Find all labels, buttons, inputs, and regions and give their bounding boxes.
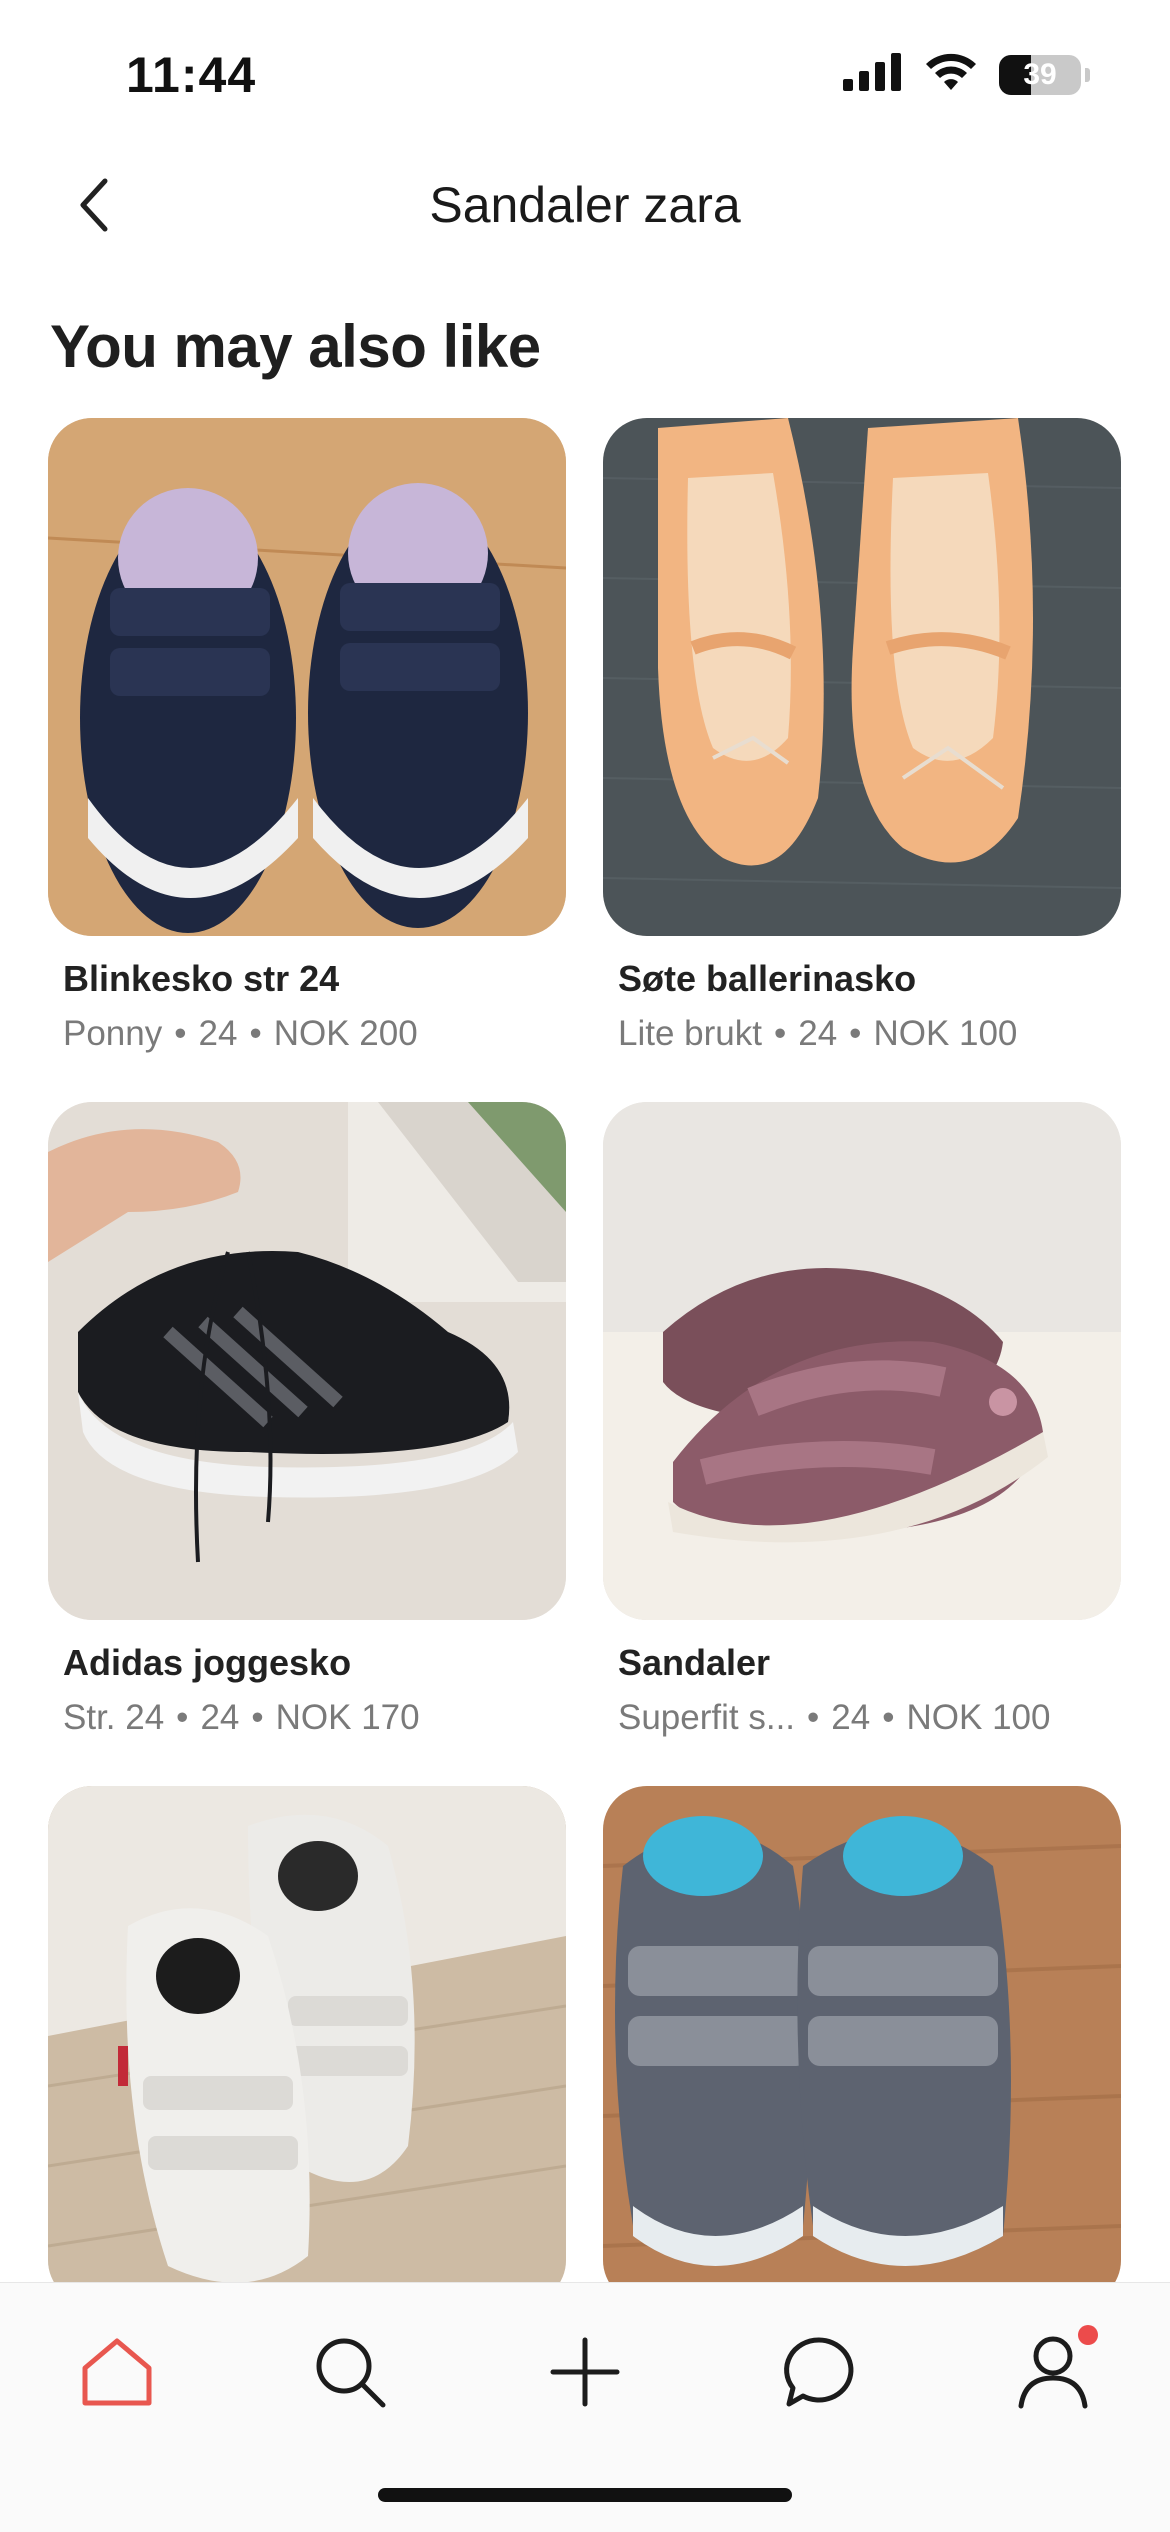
listing-title: Adidas joggesko [63,1642,352,1683]
listing-title: Søte ballerinasko [618,958,917,999]
navy-velcro-sneakers-image [48,418,566,936]
listing-brand: Superfit s... [618,1698,796,1737]
listing-brand: Lite brukt [618,1014,762,1053]
screen: 11:44 39 Sandaler zara You may also like… [0,0,1170,2532]
battery-nub [1085,67,1090,82]
status-time: 11:44 [126,47,257,103]
listing-brand: Ponny [63,1014,163,1053]
tab-home[interactable] [62,2317,172,2427]
listing-image[interactable] [48,1102,566,1620]
listing-title: Blinkesko str 24 [63,958,340,999]
listing-brand: Str. 24 [63,1698,165,1737]
separator-dot: • [176,1698,189,1737]
notification-dot [1078,2325,1098,2345]
listing-meta: Ponny • 24 • NOK 200 [63,1014,566,1054]
white-adidas-velcro-sneakers-image [48,1786,566,2304]
battery-percent: 39 [1023,57,1057,91]
listing-card[interactable]: Søte ballerinasko Lite brukt • 24 • NOK 100 [603,418,1121,1054]
signal-icon [843,53,903,96]
separator-dot: • [249,1014,262,1053]
status-bar: 11:44 39 [0,0,1170,150]
search-icon [316,2338,386,2408]
home-indicator [378,2488,792,2502]
wifi-icon [925,52,977,97]
nav-header: Sandaler zara [0,150,1170,260]
tab-search[interactable] [295,2317,405,2427]
listing-price: NOK 100 [873,1014,1018,1053]
separator-dot: • [882,1698,895,1737]
separator-dot: • [773,1014,787,1053]
mauve-closed-toe-sandals-image [603,1102,1121,1620]
grey-blue-velcro-sneakers-image [603,1786,1121,2304]
peach-ballerina-shoes-image [603,418,1121,936]
listing-image[interactable] [48,418,566,936]
listing-size: 24 [198,1014,238,1053]
listing-size: 24 [200,1698,240,1737]
listing-card[interactable] [603,1786,1121,2304]
separator-dot: • [174,1014,187,1053]
listing-size: 24 [831,1698,871,1737]
separator-dot: • [251,1698,264,1737]
listing-image[interactable] [603,418,1121,936]
separator-dot: • [807,1698,820,1737]
listing-image[interactable] [603,1102,1121,1620]
add-icon [550,2337,620,2407]
listing-price: NOK 100 [906,1698,1051,1737]
black-adidas-sneakers-image [48,1102,566,1620]
listing-title: Sandaler [618,1642,771,1683]
listing-price: NOK 200 [273,1014,418,1053]
listing-meta: Lite brukt • 24 • NOK 100 [618,1014,1121,1054]
listing-meta: Str. 24 • 24 • NOK 170 [63,1698,566,1738]
page-title: Sandaler zara [429,177,741,233]
home-icon [82,2338,152,2406]
section-title: You may also like [50,313,541,380]
listing-card[interactable]: Adidas joggesko Str. 24 • 24 • NOK 170 [48,1102,566,1738]
separator-dot: • [849,1014,862,1053]
listing-image[interactable] [603,1786,1121,2304]
profile-icon [1018,2336,1088,2409]
status-icons: 39 [843,52,1090,97]
listing-card[interactable]: Sandaler Superfit s... • 24 • NOK 100 [603,1102,1121,1738]
listing-card[interactable] [48,1786,566,2304]
messages-icon [784,2337,854,2407]
listing-grid: Blinkesko str 24 Ponny • 24 • NOK 200 Sø… [48,418,1123,2304]
tab-messages[interactable] [764,2317,874,2427]
battery-icon: 39 [999,54,1081,95]
tab-add[interactable] [530,2317,640,2427]
listing-price: NOK 170 [275,1698,420,1737]
listing-size: 24 [798,1014,838,1053]
listing-card[interactable]: Blinkesko str 24 Ponny • 24 • NOK 200 [48,418,566,1054]
listing-image[interactable] [48,1786,566,2304]
tab-profile[interactable] [998,2317,1108,2427]
listing-meta: Superfit s... • 24 • NOK 100 [618,1698,1121,1738]
